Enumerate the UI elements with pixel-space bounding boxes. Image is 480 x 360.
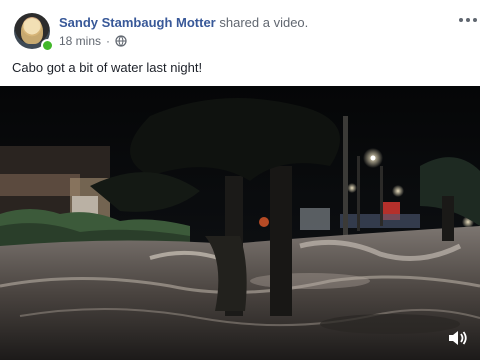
video-player[interactable] bbox=[0, 86, 480, 360]
globe-icon[interactable] bbox=[115, 35, 127, 47]
post-text: Cabo got a bit of water last night! bbox=[12, 60, 203, 75]
volume-icon[interactable] bbox=[446, 327, 468, 349]
post-header: Sandy Stambaugh Motter shared a video. 1… bbox=[0, 0, 480, 86]
post-meta: 18 mins · bbox=[59, 34, 127, 48]
author-line: Sandy Stambaugh Motter shared a video. bbox=[59, 15, 308, 30]
meta-separator: · bbox=[106, 34, 111, 48]
post-timestamp[interactable]: 18 mins bbox=[59, 34, 101, 48]
author-name-link[interactable]: Sandy Stambaugh Motter bbox=[59, 15, 216, 30]
video-frame bbox=[0, 86, 480, 360]
online-status-dot bbox=[41, 39, 54, 52]
post-action-text: shared a video. bbox=[219, 15, 309, 30]
more-options-icon[interactable] bbox=[459, 15, 479, 25]
